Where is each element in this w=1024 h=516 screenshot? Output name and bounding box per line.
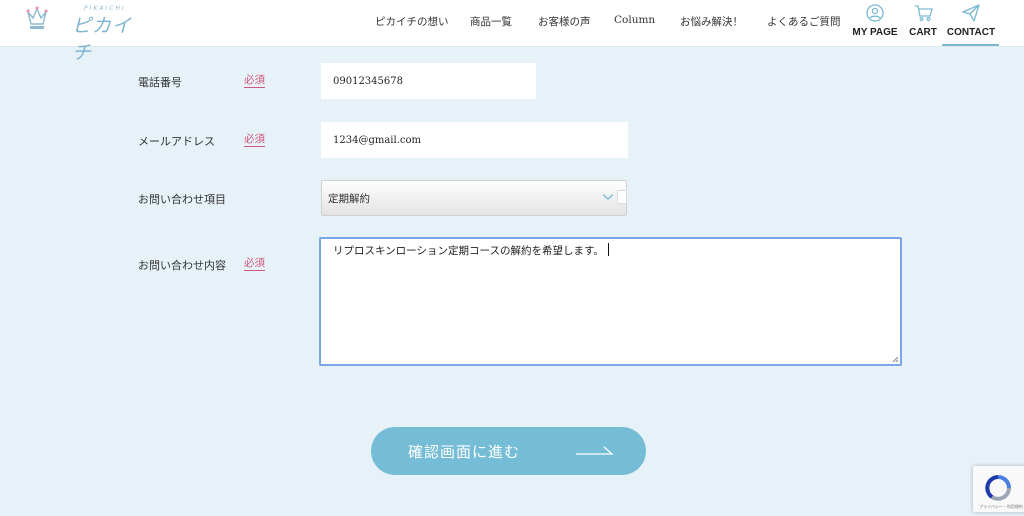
confirm-button[interactable]: 確認画面に進む (371, 427, 646, 475)
select-scroll-knob (617, 190, 627, 204)
crown-icon (26, 6, 48, 29)
email-label: メールアドレス (138, 135, 215, 148)
recaptcha-text: プライバシー・利用規約 (979, 504, 1023, 509)
site-header: PIKAICHI ピカイチ ピカイチの想い 商品一覧 お客様の声 Column … (0, 0, 1024, 64)
inquiry-content-value: リプロスキンローション定期コースの解約を希望します。 (333, 245, 604, 257)
email-required-badge: 必須 (244, 133, 265, 147)
nav-item-solutions[interactable]: お悩み解決！ (680, 14, 743, 29)
nav-item-philosophy[interactable]: ピカイチの想い (375, 14, 449, 29)
inquiry-content-label: お問い合わせ内容 (138, 259, 226, 272)
site-logo[interactable]: PIKAICHI ピカイチ (26, 2, 136, 64)
nav-mypage-label: MY PAGE (852, 27, 898, 38)
nav-mypage[interactable]: MY PAGE (852, 4, 898, 38)
arrow-right-icon (576, 446, 614, 455)
resize-grip-icon[interactable] (891, 355, 899, 363)
nav-item-reviews[interactable]: お客様の声 (538, 14, 591, 29)
phone-value: 09012345678 (333, 75, 403, 87)
nav-item-products[interactable]: 商品一覧 (470, 14, 512, 29)
inquiry-type-value: 定期解約 (328, 193, 370, 205)
paper-plane-icon (962, 4, 980, 22)
nav-item-faq[interactable]: よくあるご質問 (767, 14, 841, 29)
phone-required-badge: 必須 (244, 74, 265, 88)
nav-contact-label: CONTACT (946, 27, 996, 38)
inquiry-type-select[interactable]: 定期解約 (321, 180, 627, 216)
nav-contact[interactable]: CONTACT (946, 4, 996, 38)
email-input[interactable]: 1234@gmail.com (321, 122, 628, 158)
active-nav-indicator (942, 44, 999, 46)
phone-label: 電話番号 (138, 76, 182, 89)
cart-icon (914, 5, 933, 22)
confirm-button-label: 確認画面に進む (408, 443, 521, 461)
text-caret (607, 243, 610, 256)
logo-title: ピカイチ (72, 15, 133, 64)
nav-cart[interactable]: CART (907, 4, 939, 38)
recaptcha-badge[interactable]: プライバシー・利用規約 (973, 466, 1024, 512)
inquiry-content-required-badge: 必須 (244, 257, 265, 271)
email-value: 1234@gmail.com (333, 134, 421, 146)
user-circle-icon (866, 4, 884, 22)
inquiry-content-textarea[interactable]: リプロスキンローション定期コースの解約を希望します。 (319, 237, 902, 366)
nav-item-column[interactable]: Column (614, 14, 655, 26)
recaptcha-logo-icon (985, 475, 1011, 501)
inquiry-type-label: お問い合わせ項目 (138, 193, 226, 206)
phone-input[interactable]: 09012345678 (321, 63, 536, 99)
nav-cart-label: CART (909, 27, 937, 38)
chevron-down-icon (602, 194, 614, 200)
